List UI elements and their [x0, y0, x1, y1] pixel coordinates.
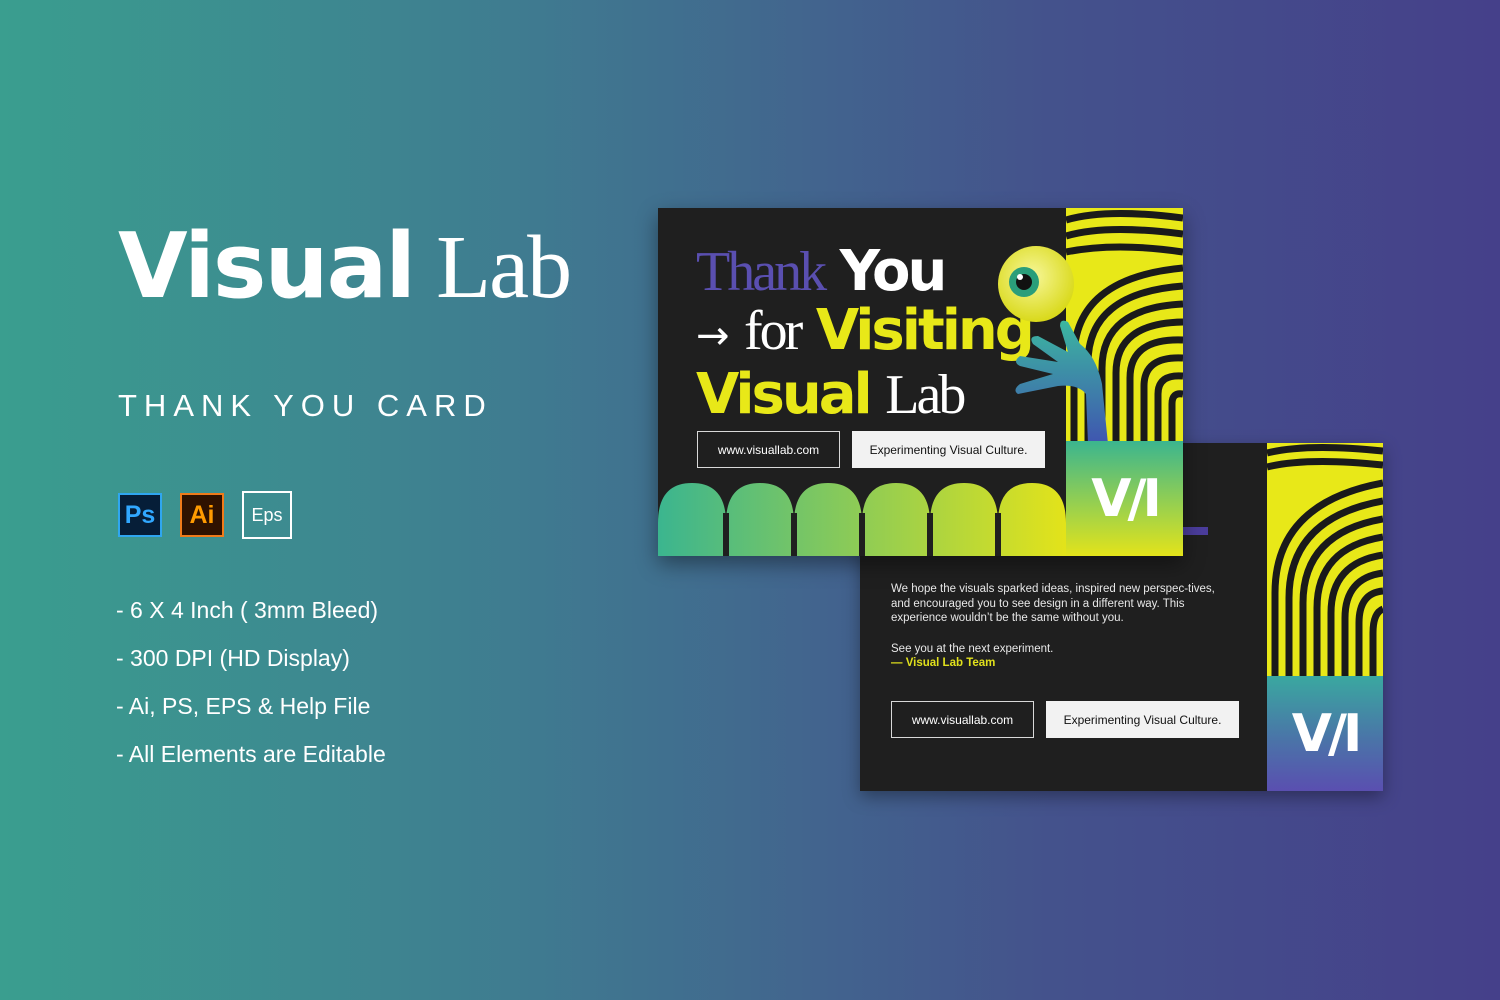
product-title: Visual Lab	[118, 222, 572, 313]
signoff-text: — Visual Lab Team	[891, 657, 996, 669]
headline-for: for	[744, 300, 803, 362]
website-label: www.visuallab.com	[697, 431, 840, 468]
tagline-label: Experimenting Visual Culture.	[1046, 701, 1239, 738]
photoshop-icon: Ps	[118, 493, 162, 537]
website-label: www.visuallab.com	[891, 701, 1034, 738]
wave-pattern-graphic	[1267, 443, 1383, 676]
logo-block: V/I	[1066, 441, 1183, 556]
brand-logo: V/I	[1291, 703, 1363, 764]
software-badges: Ps Ai Eps	[118, 491, 292, 539]
brand-logo: V/I	[1091, 468, 1162, 529]
feature-item: - 6 X 4 Inch ( 3mm Bleed)	[116, 597, 379, 623]
card-headline: Thank You → for Visiting Visual Lab	[696, 239, 1035, 427]
logo-block: V/I	[1267, 676, 1383, 791]
card-message: We hope the visuals sparked ideas, inspi…	[891, 582, 1223, 671]
arrow-icon: →	[696, 313, 730, 359]
feature-list: - 6 X 4 Inch ( 3mm Bleed) - 300 DPI (HD …	[116, 594, 386, 786]
headline-thank: Thank	[696, 241, 827, 303]
product-title-word1: Visual	[118, 214, 416, 319]
headline-visual: Visual	[696, 362, 873, 427]
message-text: We hope the visuals sparked ideas, inspi…	[891, 583, 1215, 624]
arches-graphic	[658, 483, 1066, 556]
feature-item: - 300 DPI (HD Display)	[116, 645, 350, 671]
eps-icon: Eps	[242, 491, 292, 539]
front-card: Thank You → for Visiting Visual Lab www.v…	[658, 208, 1183, 556]
product-title-word2: Lab	[436, 218, 572, 317]
headline-you: You	[839, 239, 948, 304]
feature-item: - Ai, PS, EPS & Help File	[116, 693, 371, 719]
product-subtitle: THANK YOU CARD	[118, 388, 493, 423]
illustrator-icon: Ai	[180, 493, 224, 537]
headline-lab: Lab	[885, 364, 966, 426]
hand-eye-illustration	[998, 246, 1108, 444]
closing-text: See you at the next experiment.	[891, 642, 1054, 655]
feature-item: - All Elements are Editable	[116, 741, 386, 767]
